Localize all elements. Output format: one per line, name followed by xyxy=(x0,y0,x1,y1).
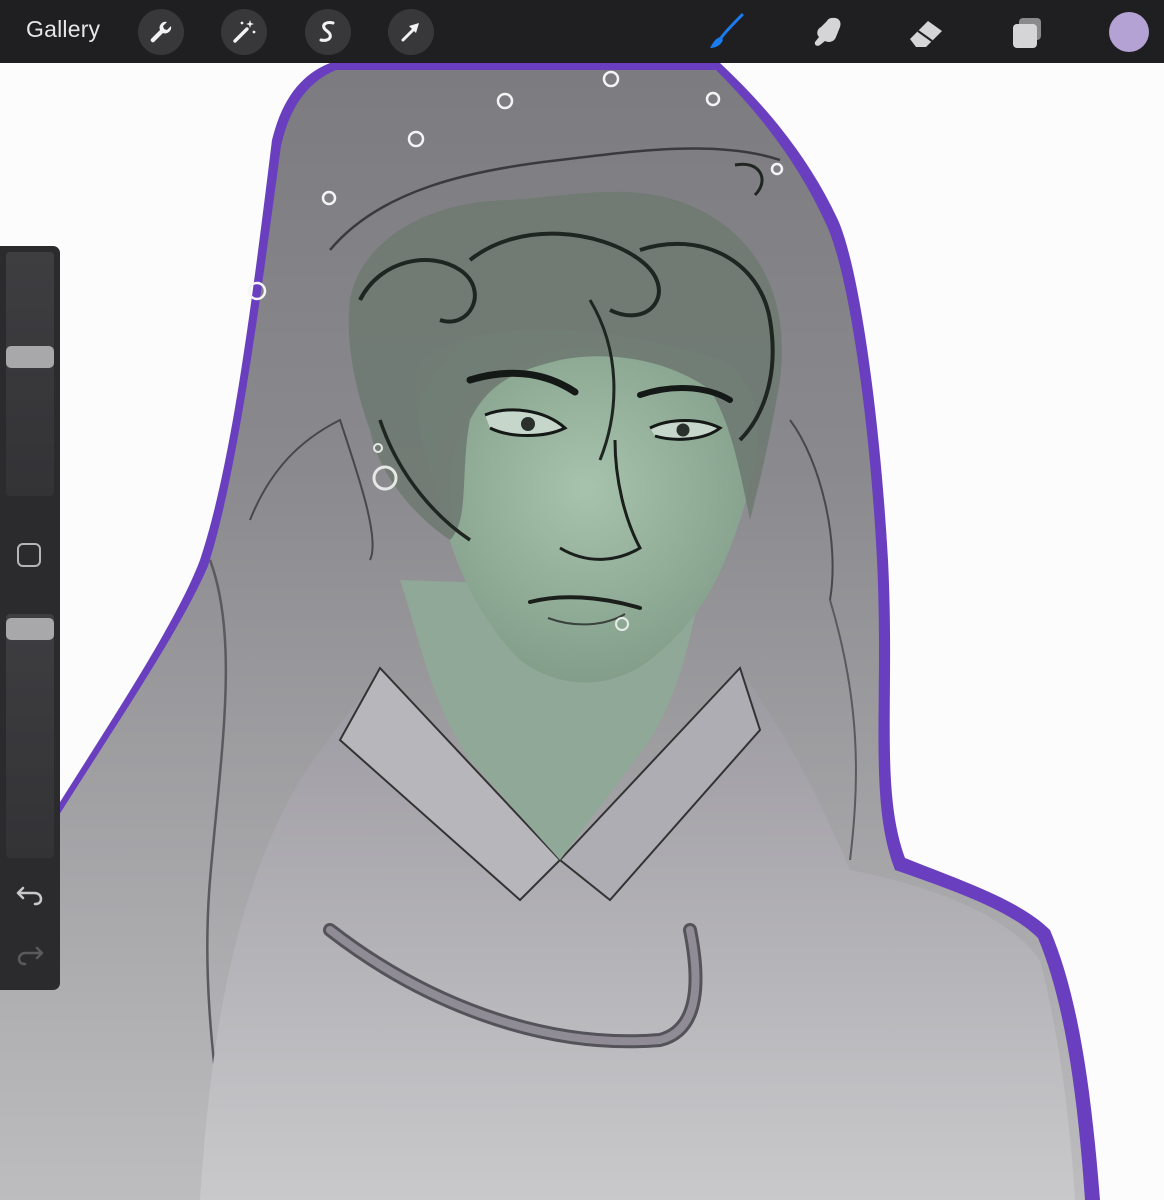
magic-wand-icon[interactable] xyxy=(221,9,267,55)
left-sidebar xyxy=(0,246,60,990)
brush-icon[interactable] xyxy=(704,9,750,55)
opacity-slider[interactable] xyxy=(6,614,54,858)
undo-icon[interactable] xyxy=(14,878,46,910)
transform-arrow-icon[interactable] xyxy=(388,9,434,55)
redo-icon[interactable] xyxy=(14,938,46,970)
top-toolbar: Gallery xyxy=(0,0,1164,63)
brush-size-knob[interactable] xyxy=(6,345,54,368)
color-swatch[interactable] xyxy=(1109,12,1149,52)
drawing-canvas[interactable] xyxy=(0,63,1164,1200)
layers-icon[interactable] xyxy=(1006,9,1052,55)
gallery-button[interactable]: Gallery xyxy=(26,16,100,43)
selection-s-icon[interactable] xyxy=(305,9,351,55)
modifier-square-icon[interactable] xyxy=(17,543,41,567)
wrench-icon[interactable] xyxy=(138,9,184,55)
opacity-knob[interactable] xyxy=(6,618,54,640)
brush-size-slider[interactable] xyxy=(6,252,54,496)
eraser-icon[interactable] xyxy=(904,9,950,55)
left-iris xyxy=(521,417,535,431)
right-iris xyxy=(676,423,690,437)
smudge-icon[interactable] xyxy=(805,9,851,55)
